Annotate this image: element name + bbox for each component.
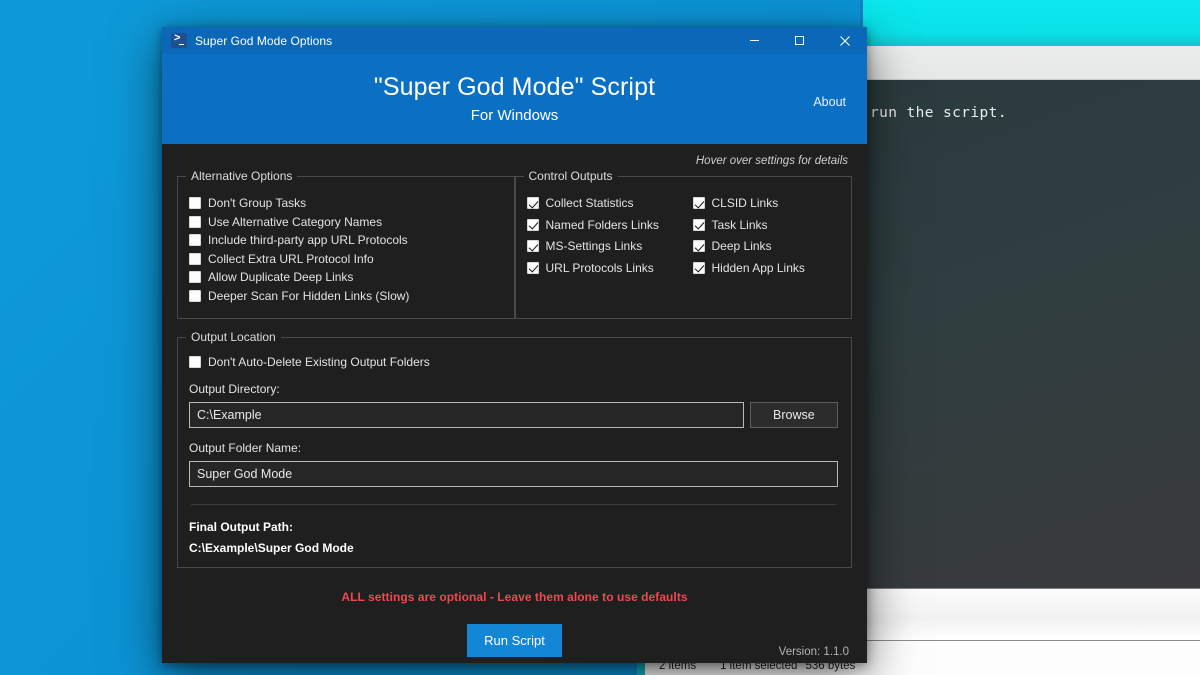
control-outputs-group: Control Outputs Collect Statistics Named…	[514, 169, 852, 319]
checkbox-label: Collect Extra URL Protocol Info	[208, 251, 374, 266]
browse-button[interactable]: Browse	[749, 402, 838, 428]
close-button[interactable]	[822, 27, 867, 54]
control-outputs-column-left: Collect Statistics Named Folders Links M…	[526, 196, 693, 275]
alternative-options-title: Alternative Options	[186, 169, 298, 183]
maximize-button[interactable]	[777, 27, 822, 54]
page-title: "Super God Mode" Script	[373, 72, 656, 101]
checkbox-row[interactable]: Deep Links	[692, 239, 805, 253]
control-outputs-title: Control Outputs	[523, 169, 618, 183]
output-directory-input[interactable]	[189, 402, 744, 428]
checkbox-task-links[interactable]	[692, 218, 705, 231]
dialog-titlebar[interactable]: Super God Mode Options	[162, 27, 867, 54]
checkbox-row[interactable]: Hidden App Links	[692, 260, 805, 275]
final-output-path-value: C:\Example\Super God Mode	[189, 541, 354, 555]
about-link[interactable]: About	[813, 95, 846, 109]
checkbox-row[interactable]: Don't Auto-Delete Existing Output Folder…	[189, 355, 838, 369]
checkbox-row[interactable]: CLSID Links	[692, 196, 805, 210]
super-god-mode-options-dialog[interactable]: Super God Mode Options "Super God Mode" …	[162, 27, 867, 663]
output-directory-label: Output Directory:	[189, 382, 280, 396]
dialog-header-band: "Super God Mode" Script For Windows Abou…	[162, 54, 867, 144]
desktop: run the script. 2 items 1 item selected …	[0, 0, 1200, 675]
checkbox-include-third-party-url-protocols[interactable]	[189, 234, 201, 246]
checkbox-dont-group-tasks[interactable]	[189, 197, 201, 209]
powershell-icon	[171, 33, 187, 48]
dialog-footer: ALL settings are optional - Leave them a…	[177, 568, 852, 663]
checkbox-allow-duplicate-deep-links[interactable]	[189, 271, 201, 283]
checkbox-row[interactable]: Include third-party app URL Protocols	[189, 233, 514, 247]
control-outputs-columns: Collect Statistics Named Folders Links M…	[516, 177, 852, 275]
minimize-button[interactable]	[732, 27, 777, 54]
checkbox-row[interactable]: Collect Statistics	[526, 196, 693, 210]
run-script-button[interactable]: Run Script	[467, 624, 562, 657]
dialog-body: Hover over settings for details Alternat…	[162, 144, 867, 663]
checkbox-row[interactable]: Task Links	[692, 217, 805, 232]
output-location-title: Output Location	[186, 330, 281, 344]
checkbox-clsid-links[interactable]	[692, 197, 705, 209]
checkbox-row[interactable]: MS-Settings Links	[526, 239, 693, 253]
checkbox-label: Don't Auto-Delete Existing Output Folder…	[208, 355, 430, 369]
checkbox-deeper-scan-hidden-links[interactable]	[189, 289, 201, 302]
console-output-text: run the script.	[870, 105, 1007, 121]
checkbox-ms-settings-links[interactable]	[526, 240, 539, 252]
checkbox-url-protocols-links[interactable]	[526, 261, 539, 274]
alternative-options-group: Alternative Options Don't Group Tasks Us…	[177, 169, 515, 319]
checkbox-label: MS-Settings Links	[545, 239, 643, 253]
checkbox-row[interactable]: Allow Duplicate Deep Links	[189, 270, 514, 284]
checkbox-label: CLSID Links	[711, 196, 779, 210]
checkbox-row[interactable]: URL Protocols Links	[526, 260, 693, 275]
output-location-group: Output Location Don't Auto-Delete Existi…	[177, 330, 852, 568]
checkbox-label: Hidden App Links	[711, 260, 805, 275]
checkbox-hidden-app-links[interactable]	[692, 261, 705, 274]
settings-groups-row: Alternative Options Don't Group Tasks Us…	[177, 169, 852, 319]
version-label: Version: 1.1.0	[778, 646, 849, 658]
checkbox-collect-statistics[interactable]	[526, 197, 539, 209]
checkbox-label: Use Alternative Category Names	[208, 214, 383, 229]
output-directory-row: Browse	[189, 402, 838, 428]
checkbox-label: Named Folders Links	[545, 217, 659, 232]
checkbox-named-folders-links[interactable]	[526, 218, 539, 231]
checkbox-deep-links[interactable]	[692, 240, 705, 252]
final-output-path-label: Final Output Path:	[189, 520, 293, 534]
output-folder-row	[189, 461, 838, 487]
background-window-accent-bar	[860, 0, 1200, 46]
checkbox-row[interactable]: Use Alternative Category Names	[189, 215, 514, 229]
background-explorer-window[interactable]: run the script.	[860, 0, 1200, 675]
checkbox-row[interactable]: Named Folders Links	[526, 217, 693, 232]
checkbox-label: Deep Links	[711, 239, 772, 253]
checkbox-label: Allow Duplicate Deep Links	[208, 270, 354, 284]
checkbox-label: Include third-party app URL Protocols	[208, 233, 408, 247]
window-title: Super God Mode Options	[195, 33, 333, 48]
output-folder-name-label: Output Folder Name:	[189, 441, 302, 455]
window-controls[interactable]	[732, 27, 867, 54]
checkbox-label: Don't Group Tasks	[208, 196, 307, 210]
section-divider	[191, 504, 836, 505]
background-window-lower-panel	[860, 588, 1200, 641]
alternative-options-list: Don't Group Tasks Use Alternative Catego…	[178, 177, 514, 303]
checkbox-row[interactable]: Collect Extra URL Protocol Info	[189, 252, 514, 266]
output-folder-name-input[interactable]	[189, 461, 838, 487]
checkbox-use-alternative-category-names[interactable]	[189, 215, 201, 228]
control-outputs-column-right: CLSID Links Task Links Deep Links Hidden…	[692, 196, 805, 275]
checkbox-row[interactable]: Deeper Scan For Hidden Links (Slow)	[189, 289, 514, 303]
output-location-inner: Don't Auto-Delete Existing Output Folder…	[178, 338, 851, 555]
checkbox-label: Deeper Scan For Hidden Links (Slow)	[208, 288, 410, 303]
background-window-toolbar[interactable]	[860, 46, 1200, 80]
optional-settings-note: ALL settings are optional - Leave them a…	[341, 590, 688, 604]
page-subtitle: For Windows	[470, 107, 559, 125]
checkbox-row[interactable]: Don't Group Tasks	[189, 196, 514, 210]
background-console-body[interactable]: run the script.	[860, 80, 1200, 588]
checkbox-collect-extra-url-protocol-info[interactable]	[189, 252, 201, 265]
checkbox-label: Collect Statistics	[545, 196, 634, 210]
checkbox-label: Task Links	[711, 217, 768, 232]
checkbox-dont-auto-delete-output-folders[interactable]	[189, 356, 201, 368]
checkbox-label: URL Protocols Links	[545, 260, 654, 275]
